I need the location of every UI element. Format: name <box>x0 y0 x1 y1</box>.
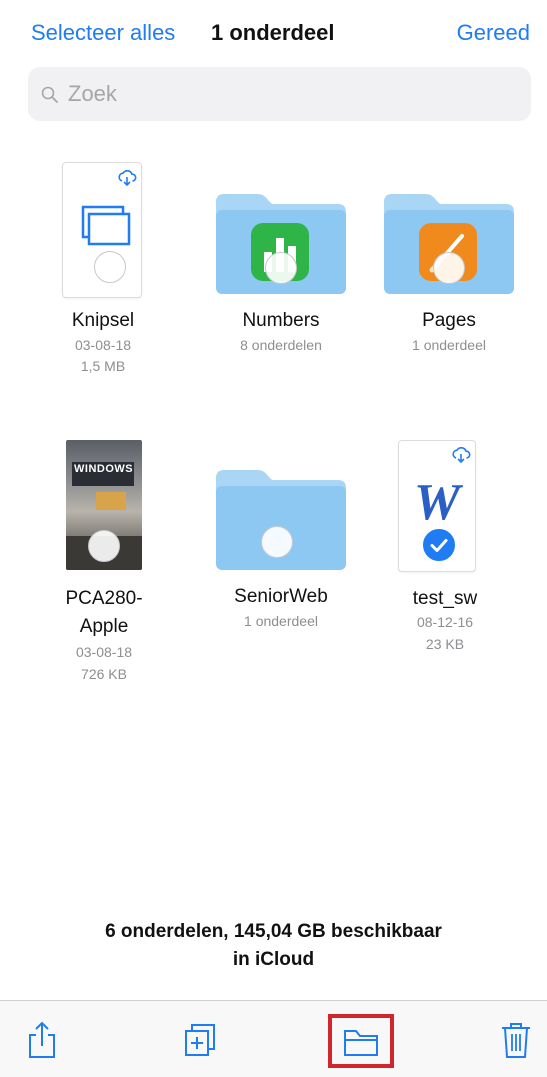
file-date: 03-08-18 <box>75 644 133 660</box>
trash-icon[interactable] <box>496 1019 536 1061</box>
folder-name: SeniorWeb <box>234 586 328 607</box>
duplicate-icon[interactable] <box>180 1019 220 1061</box>
svg-text:W: W <box>414 475 464 525</box>
search-input[interactable] <box>68 76 508 112</box>
file-item-knipsel[interactable]: Knipsel 03-08-18 1,5 MB <box>48 162 158 384</box>
selection-circle[interactable] <box>261 526 293 558</box>
search-icon <box>41 86 58 103</box>
cloud-download-icon <box>118 170 137 187</box>
highlight-annotation <box>328 1014 394 1068</box>
file-name-line2: Apple <box>79 616 129 637</box>
folder-item-seniorweb[interactable]: SeniorWeb 1 onderdeel <box>210 466 352 646</box>
word-icon: W <box>414 475 464 525</box>
done-button[interactable]: Gereed <box>457 20 530 46</box>
selection-circle[interactable] <box>94 251 126 283</box>
folder-name: Pages <box>422 310 476 331</box>
file-size: 1,5 MB <box>80 358 126 374</box>
bottom-toolbar <box>0 1000 547 1077</box>
cloud-download-icon <box>452 447 471 464</box>
file-date: 08-12-16 <box>416 614 474 630</box>
document-thumbnail: W <box>398 440 476 572</box>
file-item-test-sw[interactable]: W test_sw 08-12-16 23 KB <box>390 440 500 670</box>
file-name: Knipsel <box>71 310 135 331</box>
selected-checkmark-icon[interactable] <box>421 527 457 563</box>
storage-info-line1: 6 onderdelen, 145,04 GB beschikbaar <box>105 921 442 942</box>
search-bar[interactable] <box>28 67 531 121</box>
selection-circle[interactable] <box>265 252 297 284</box>
folder-item-numbers[interactable]: Numbers 8 onderdelen <box>210 190 352 370</box>
folder-count: 1 onderdeel <box>412 337 486 353</box>
share-icon[interactable] <box>22 1019 62 1061</box>
file-size: 23 KB <box>425 636 465 652</box>
select-all-button[interactable]: Selecteer alles <box>31 20 175 46</box>
document-thumbnail <box>62 162 142 298</box>
file-size: 726 KB <box>81 666 127 682</box>
file-name-line1: PCA280- <box>65 588 143 609</box>
file-item-pca280-apple[interactable]: WINDOWS PCA280- Apple 03-08-18 726 KB <box>44 440 164 690</box>
folder-count: 8 onderdelen <box>240 337 322 353</box>
folder-count: 1 onderdeel <box>244 613 318 629</box>
screenshot-icon <box>81 205 131 246</box>
selection-circle[interactable] <box>433 252 465 284</box>
photo-overlay-text: WINDOWS <box>74 463 134 475</box>
file-name: test_sw <box>412 588 478 609</box>
selection-count-title: 1 onderdeel <box>211 20 335 45</box>
file-date: 03-08-18 <box>74 337 132 353</box>
folder-item-pages[interactable]: Pages 1 onderdeel <box>378 190 520 370</box>
navigation-bar: Selecteer alles 1 onderdeel Gereed <box>0 0 547 68</box>
selection-circle[interactable] <box>88 530 120 562</box>
folder-name: Numbers <box>242 310 320 331</box>
storage-info: 6 onderdelen, 145,04 GB beschikbaar in i… <box>0 918 547 974</box>
storage-info-line2: in iCloud <box>232 949 315 970</box>
